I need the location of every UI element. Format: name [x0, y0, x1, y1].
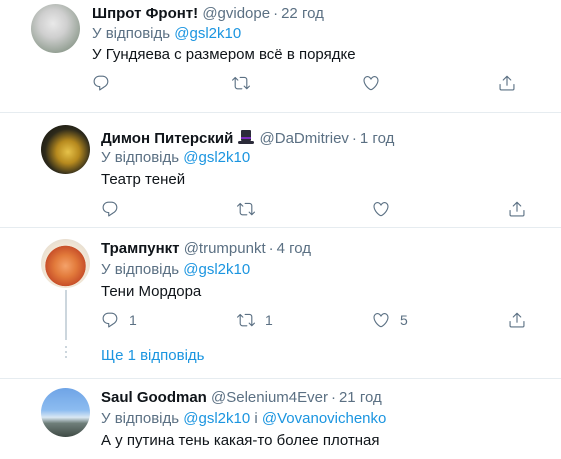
share-button[interactable]	[498, 72, 516, 94]
share-icon	[509, 312, 525, 328]
reply-context: У відповідь @gsl2k10	[92, 24, 241, 44]
separator-dot: ·	[330, 389, 336, 406]
tweet-text: Театр теней	[101, 171, 186, 188]
mention-link[interactable]: @gsl2k10	[183, 410, 250, 427]
reply-count: 1	[129, 312, 137, 328]
retweet-count: 1	[265, 312, 273, 328]
show-more-replies-link[interactable]: Ще 1 відповідь	[101, 346, 204, 366]
retweet-icon	[237, 202, 255, 216]
timestamp[interactable]: 4 год	[277, 240, 311, 257]
heart-icon	[373, 313, 389, 328]
tweet-actions: 1 1 5	[101, 309, 531, 331]
display-name[interactable]: Шпрот Фронт!	[92, 5, 198, 22]
separator-dot: ·	[268, 240, 274, 257]
share-icon	[499, 75, 515, 91]
reply-prefix: У відповідь	[101, 410, 180, 427]
timestamp[interactable]: 21 год	[339, 389, 382, 406]
avatar[interactable]	[31, 4, 80, 53]
mention-link[interactable]: @gsl2k10	[183, 261, 250, 278]
retweet-button[interactable]: 1	[237, 309, 273, 331]
avatar[interactable]	[41, 239, 90, 288]
like-button[interactable]	[372, 198, 390, 220]
separator-dot: ·	[351, 130, 357, 147]
mention-joiner: і	[254, 410, 258, 427]
share-button[interactable]	[508, 309, 526, 331]
avatar[interactable]	[41, 388, 90, 437]
reply-button[interactable]	[101, 198, 119, 220]
tweet[interactable]: Трампункт @trumpunkt · 4 год У відповідь @…	[0, 228, 561, 378]
reply-prefix: У відповідь	[92, 25, 171, 42]
user-handle[interactable]: @trumpunkt	[184, 240, 266, 257]
like-button[interactable]: 5	[372, 309, 408, 331]
tweet-header: Шпрот Фронт! @gvidope · 22 год	[92, 4, 324, 24]
user-handle[interactable]: @DaDmitriev	[260, 130, 349, 147]
tweet[interactable]: Димон Питерский @DaDmitriev · 1 год У відп…	[0, 113, 561, 227]
retweet-icon	[237, 313, 255, 327]
share-icon	[509, 201, 525, 217]
thread-line	[65, 290, 67, 340]
user-handle[interactable]: @Selenium4Ever	[211, 389, 328, 406]
reply-button[interactable]	[92, 72, 110, 94]
heart-icon	[363, 76, 379, 91]
tweet-header: Трампункт @trumpunkt · 4 год	[101, 239, 311, 259]
display-name[interactable]: Трампункт	[101, 240, 180, 257]
timestamp[interactable]: 1 год	[360, 130, 394, 147]
reply-context: У відповідь @gsl2k10	[101, 260, 250, 280]
mention-link[interactable]: @gsl2k10	[183, 149, 250, 166]
heart-icon	[373, 202, 389, 217]
reply-icon	[102, 312, 118, 328]
like-count: 5	[400, 312, 408, 328]
display-name[interactable]: Димон Питерский	[101, 130, 233, 147]
reply-context: У відповідь @gsl2k10	[101, 148, 250, 168]
tweet-actions	[92, 72, 522, 94]
retweet-button[interactable]	[237, 198, 255, 220]
tweet[interactable]: Saul Goodman @Selenium4Ever · 21 год У від…	[0, 379, 561, 459]
reply-icon	[93, 75, 109, 91]
reply-prefix: У відповідь	[101, 261, 180, 278]
reply-prefix: У відповідь	[101, 149, 180, 166]
separator-dot: ·	[273, 5, 279, 22]
tweet[interactable]: Шпрот Фронт! @gvidope · 22 год У відповідь…	[0, 0, 561, 112]
retweet-icon	[232, 76, 250, 90]
reply-context: У відповідь @gsl2k10 і @Vovanovichenko	[101, 409, 386, 429]
share-button[interactable]	[508, 198, 526, 220]
user-handle[interactable]: @gvidope	[202, 5, 270, 22]
tweet-actions	[101, 198, 531, 220]
avatar[interactable]	[41, 125, 90, 174]
thread-dots	[65, 346, 67, 361]
like-button[interactable]	[362, 72, 380, 94]
tweet-header: Saul Goodman @Selenium4Ever · 21 год	[101, 388, 382, 408]
display-name[interactable]: Saul Goodman	[101, 389, 207, 406]
retweet-button[interactable]	[232, 72, 250, 94]
tweet-text: Тени Мордора	[101, 283, 202, 300]
mention-link[interactable]: @gsl2k10	[174, 25, 241, 42]
reply-icon	[102, 201, 118, 217]
reply-button[interactable]: 1	[101, 309, 137, 331]
tweet-text: У Гундяева с размером всё в порядке	[92, 46, 356, 63]
tweet-text: А у путина тень какая-то более плотная	[101, 432, 380, 449]
mention-link[interactable]: @Vovanovichenko	[262, 410, 386, 427]
timestamp[interactable]: 22 год	[281, 5, 324, 22]
